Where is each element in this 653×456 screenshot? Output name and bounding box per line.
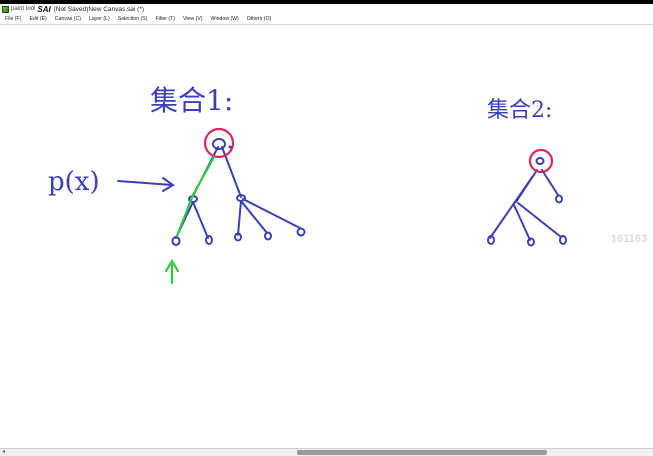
drawing-canvas[interactable]: 集合1: 集合2: p(x) 161163 xyxy=(0,25,653,448)
title-bar: paint tool SAI (Not Saved)New Canvas.sai… xyxy=(0,4,653,14)
scrollbar-thumb[interactable] xyxy=(297,450,547,455)
menu-layer[interactable]: Layer (L) xyxy=(89,16,110,22)
menu-edit[interactable]: Edit (E) xyxy=(29,16,46,22)
menu-file[interactable]: File (F) xyxy=(5,16,21,22)
menu-window[interactable]: Window (W) xyxy=(211,16,239,22)
document-title: (Not Saved)New Canvas.sai (*) xyxy=(53,5,145,13)
app-icon xyxy=(2,5,9,13)
probability-label: p(x) xyxy=(48,167,100,197)
right-arrow-icon xyxy=(117,177,175,192)
watermark-text: 161163 xyxy=(611,233,648,245)
menu-bar: File (F) Edit (E) Canvas (C) Layer (L) S… xyxy=(0,14,653,25)
menu-filter[interactable]: Filter (T) xyxy=(155,16,175,22)
right-set-label: 集合2: xyxy=(487,98,552,123)
right-tree xyxy=(487,169,567,247)
app-brand: paint tool xyxy=(11,6,36,12)
menu-view[interactable]: View (V) xyxy=(183,16,203,22)
menu-selection[interactable]: Selection (S) xyxy=(118,16,148,22)
left-set-label: 集合1: xyxy=(150,84,233,117)
app-name: SAI xyxy=(37,4,51,14)
green-path-highlight xyxy=(164,155,216,285)
right-root-node xyxy=(528,148,554,174)
left-root-node xyxy=(203,127,235,159)
menu-canvas[interactable]: Canvas (C) xyxy=(55,16,81,22)
menu-others[interactable]: Others (O) xyxy=(247,16,272,22)
canvas-drawing: 集合1: 集合2: p(x) xyxy=(48,84,567,285)
